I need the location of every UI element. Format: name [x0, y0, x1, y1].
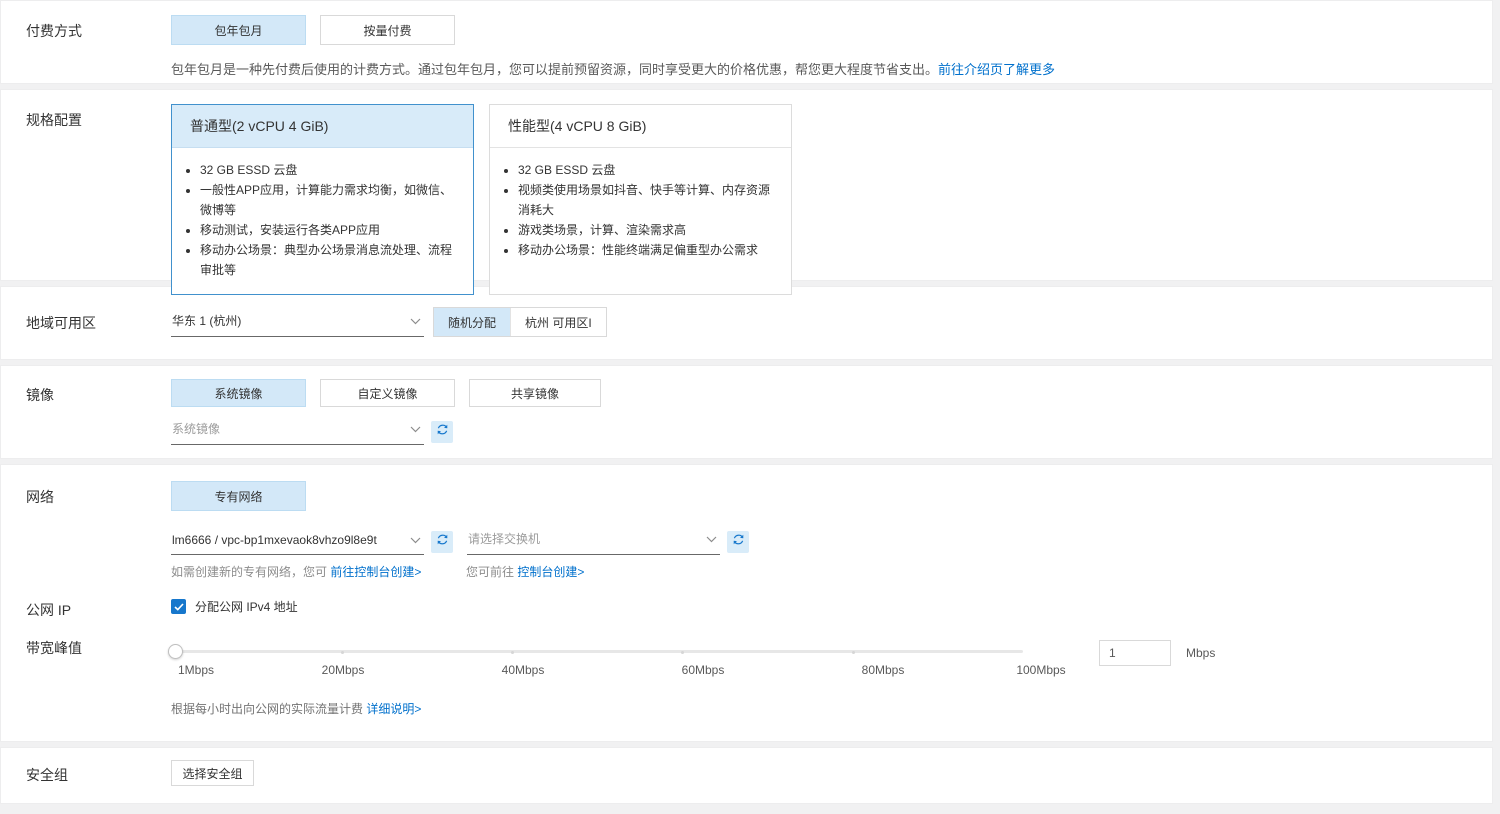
refresh-icon: [732, 533, 745, 551]
vswitch-select-placeholder: 请选择交换机: [468, 530, 540, 547]
spec-bullet: 视频类使用场景如抖音、快手等计算、内存资源消耗大: [518, 180, 781, 220]
spec-card-title: 普通型(2 vCPU 4 GiB): [172, 105, 473, 148]
image-select[interactable]: 系统镜像: [171, 415, 424, 445]
system-image-tab[interactable]: 系统镜像: [171, 379, 306, 407]
spec-bullet: 32 GB ESSD 云盘: [200, 160, 463, 180]
zone-hangzhou-button[interactable]: 杭州 可用区I: [510, 308, 606, 336]
spec-cards: 普通型(2 vCPU 4 GiB) 32 GB ESSD 云盘 一般性APP应用…: [171, 104, 807, 313]
slider-tick: [852, 651, 855, 654]
chevron-down-icon: [410, 533, 421, 547]
spec-section: 规格配置 普通型(2 vCPU 4 GiB) 32 GB ESSD 云盘 一般性…: [0, 89, 1493, 281]
spec-card-body: 32 GB ESSD 云盘 一般性APP应用，计算能力需求均衡，如微信、微博等 …: [172, 148, 473, 294]
zone-segmented-control: 随机分配 杭州 可用区I: [433, 307, 607, 337]
spec-bullet: 移动办公场景：典型办公场景消息流处理、流程审批等: [200, 240, 463, 280]
payment-description-text: 包年包月是一种先付费后使用的计费方式。通过包年包月，您可以提前预留资源，同时享受…: [171, 62, 938, 77]
select-security-group-button[interactable]: 选择安全组: [171, 760, 254, 786]
bandwidth-detail-link[interactable]: 详细说明>: [366, 702, 421, 716]
slider-tick-label: 40Mbps: [502, 663, 545, 677]
vpc-helper-prefix: 如需创建新的专有网络，您可: [171, 565, 327, 579]
slider-tick-label: 1Mbps: [178, 663, 214, 677]
bandwidth-slider: 1Mbps 20Mbps 40Mbps 60Mbps 80Mbps 100Mbp…: [171, 642, 1023, 688]
chevron-down-icon: [410, 314, 421, 328]
public-ip-label: 公网 IP: [1, 598, 171, 620]
vpc-select-value: lm6666 / vpc-bp1mxevaok8vhzo9l8e9t: [172, 533, 377, 547]
refresh-icon: [436, 533, 449, 551]
custom-image-tab[interactable]: 自定义镜像: [320, 379, 455, 407]
public-ipv4-checkbox[interactable]: [171, 599, 186, 614]
vswitch-refresh-button[interactable]: [727, 531, 749, 553]
image-section: 镜像 系统镜像 自定义镜像 共享镜像 系统镜像: [0, 365, 1493, 459]
slider-tick-label: 60Mbps: [682, 663, 725, 677]
vswitch-helper-text: 您可前往 控制台创建>: [466, 563, 584, 580]
prepaid-button[interactable]: 包年包月: [171, 15, 306, 45]
spec-bullet: 移动测试，安装运行各类APP应用: [200, 220, 463, 240]
postpaid-button[interactable]: 按量付费: [320, 15, 455, 45]
slider-tick-label: 80Mbps: [862, 663, 905, 677]
vswitch-select[interactable]: 请选择交换机: [467, 525, 720, 555]
vpc-select[interactable]: lm6666 / vpc-bp1mxevaok8vhzo9l8e9t: [171, 528, 424, 555]
slider-tick-label: 100Mbps: [1016, 663, 1065, 677]
spec-bullet: 一般性APP应用，计算能力需求均衡，如微信、微博等: [200, 180, 463, 220]
bandwidth-input[interactable]: [1099, 640, 1171, 666]
vpc-refresh-button[interactable]: [431, 531, 453, 553]
vpc-helper-text: 如需创建新的专有网络，您可 前往控制台创建>: [171, 563, 466, 580]
payment-options: 包年包月 按量付费 包年包月是一种先付费后使用的计费方式。通过包年包月，您可以提…: [171, 15, 1055, 78]
payment-learn-more-link[interactable]: 前往介绍页了解更多: [938, 62, 1055, 77]
spec-card-performance[interactable]: 性能型(4 vCPU 8 GiB) 32 GB ESSD 云盘 视频类使用场景如…: [489, 104, 792, 295]
vswitch-create-link[interactable]: 控制台创建>: [517, 565, 584, 579]
payment-section: 付费方式 包年包月 按量付费 包年包月是一种先付费后使用的计费方式。通过包年包月…: [0, 0, 1493, 84]
payment-description: 包年包月是一种先付费后使用的计费方式。通过包年包月，您可以提前预留资源，同时享受…: [171, 59, 1055, 78]
chevron-down-icon: [706, 532, 717, 546]
bandwidth-unit-label: Mbps: [1186, 646, 1215, 660]
spacer: [1, 525, 171, 531]
spacer: [1, 700, 171, 706]
spec-bullet: 32 GB ESSD 云盘: [518, 160, 781, 180]
region-select[interactable]: 华东 1 (杭州): [171, 307, 424, 337]
spec-card-body: 32 GB ESSD 云盘 视频类使用场景如抖音、快手等计算、内存资源消耗大 游…: [490, 148, 791, 274]
region-select-value: 华东 1 (杭州): [172, 312, 241, 329]
vpc-create-link[interactable]: 前往控制台创建>: [330, 565, 421, 579]
spec-bullet: 游戏类场景，计算、渲染需求高: [518, 220, 781, 240]
slider-tick: [341, 651, 344, 654]
slider-tick: [681, 651, 684, 654]
security-group-section: 安全组 选择安全组: [0, 747, 1493, 804]
security-group-label: 安全组: [1, 760, 171, 785]
bandwidth-slider-track[interactable]: [171, 650, 1023, 653]
checkmark-icon: [174, 598, 184, 616]
shared-image-tab[interactable]: 共享镜像: [469, 379, 601, 407]
image-refresh-button[interactable]: [431, 421, 453, 443]
image-select-placeholder: 系统镜像: [172, 420, 220, 437]
spec-label: 规格配置: [1, 104, 171, 130]
bandwidth-label: 带宽峰值: [1, 638, 171, 658]
bandwidth-slider-handle[interactable]: [168, 644, 183, 659]
refresh-icon: [436, 423, 449, 441]
bandwidth-note: 根据每小时出向公网的实际流量计费 详细说明>: [171, 700, 421, 717]
network-section: 网络 专有网络 lm6666 / vpc-bp1mxevaok8vhzo9l8e…: [0, 464, 1493, 742]
zone-random-button[interactable]: 随机分配: [434, 308, 510, 336]
network-label: 网络: [1, 481, 171, 507]
spec-card-title: 性能型(4 vCPU 8 GiB): [490, 105, 791, 148]
chevron-down-icon: [410, 422, 421, 436]
slider-tick-label: 20Mbps: [322, 663, 365, 677]
bandwidth-note-text: 根据每小时出向公网的实际流量计费: [171, 702, 363, 716]
vpc-type-button[interactable]: 专有网络: [171, 481, 306, 511]
slider-tick: [511, 651, 514, 654]
public-ipv4-checkbox-label: 分配公网 IPv4 地址: [195, 598, 298, 615]
image-label: 镜像: [1, 379, 171, 405]
image-content: 系统镜像 自定义镜像 共享镜像 系统镜像: [171, 379, 615, 445]
spec-bullet: 移动办公场景：性能终端满足偏重型办公需求: [518, 240, 781, 260]
spec-card-normal[interactable]: 普通型(2 vCPU 4 GiB) 32 GB ESSD 云盘 一般性APP应用…: [171, 104, 474, 295]
payment-label: 付费方式: [1, 15, 171, 41]
region-label: 地域可用区: [1, 307, 171, 333]
vswitch-helper-prefix: 您可前往: [466, 565, 514, 579]
